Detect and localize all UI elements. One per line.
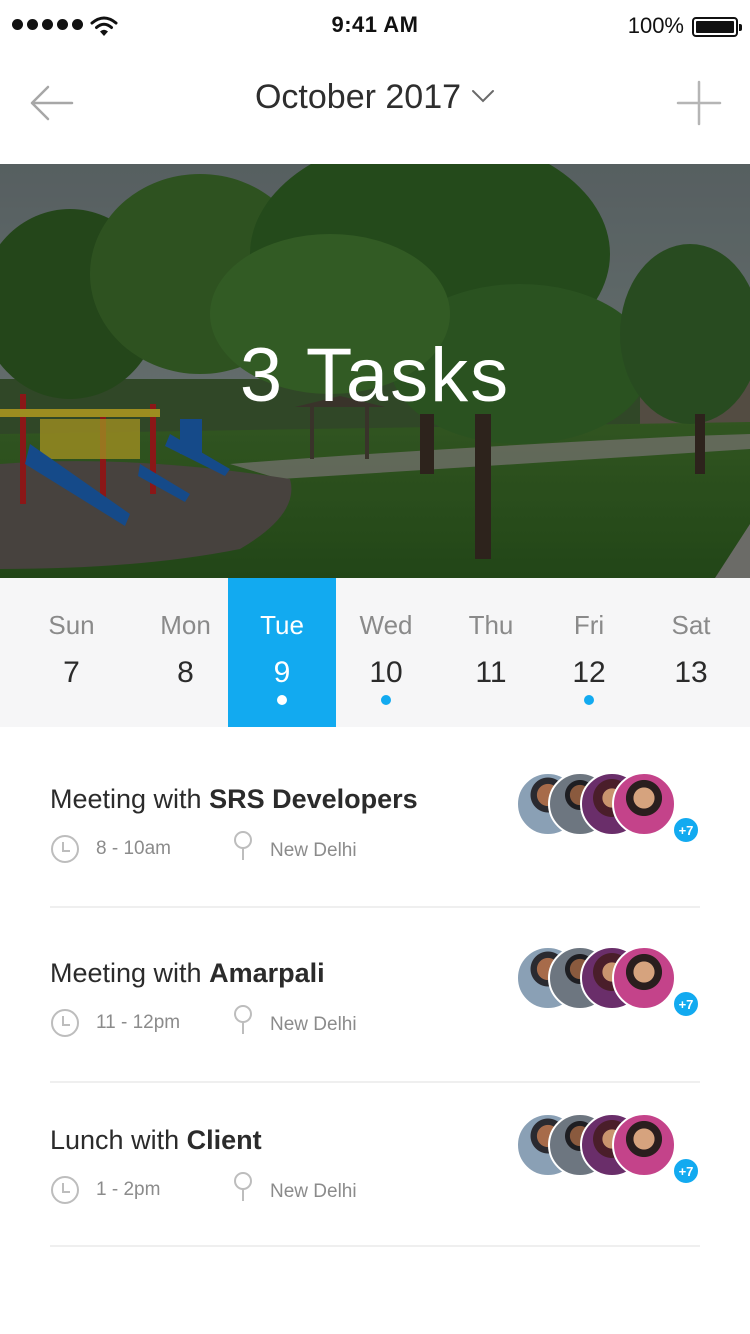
task-meta: 8 - 10am New Delhi	[50, 831, 470, 868]
battery-icon	[692, 17, 742, 37]
chevron-down-icon	[472, 90, 495, 103]
day-date: 11	[475, 656, 507, 689]
day-wed[interactable]: Wed 10	[336, 578, 436, 727]
add-task-button[interactable]	[674, 78, 724, 128]
battery-percentage: 100%	[627, 13, 684, 38]
task-title-prefix: Meeting with	[50, 784, 210, 814]
task-title: Lunch with Client	[50, 1125, 262, 1156]
task-item[interactable]: Lunch with Client 1 - 2pm New Delhi +7	[50, 1113, 700, 1285]
day-sun[interactable]: Sun 7	[0, 578, 143, 727]
day-date: 10	[369, 656, 403, 689]
day-name: Thu	[468, 610, 514, 640]
clock-icon	[51, 835, 79, 863]
location-pin-icon	[234, 831, 252, 860]
plus-icon	[676, 80, 722, 126]
attendee-avatars[interactable]: +7	[516, 772, 706, 844]
day-date: 12	[572, 656, 606, 689]
task-title-subject: SRS Developers	[209, 784, 418, 814]
task-title: Meeting with SRS Developers	[50, 784, 418, 815]
week-strip: Sun 7 Mon 8 Tue 9 Wed 10 Thu 11 Fri 12 S…	[0, 578, 750, 727]
attendee-avatars[interactable]: +7	[516, 1113, 706, 1185]
attendee-avatars[interactable]: +7	[516, 946, 706, 1018]
task-location: New Delhi	[270, 1181, 357, 1202]
task-title-prefix: Meeting with	[50, 958, 210, 988]
avatar	[612, 1113, 676, 1177]
day-name: Sun	[48, 610, 95, 640]
day-name: Sat	[671, 610, 711, 640]
event-dot	[381, 695, 391, 705]
hero-banner: 3 Tasks	[0, 164, 750, 578]
divider	[50, 1245, 700, 1247]
task-meta: 1 - 2pm New Delhi	[50, 1172, 470, 1209]
month-picker[interactable]: October 2017	[0, 78, 750, 117]
task-title-prefix: Lunch with	[50, 1125, 187, 1155]
task-meta: 11 - 12pm New Delhi	[50, 1005, 470, 1042]
month-label: October 2017	[254, 78, 462, 116]
task-title-subject: Client	[186, 1125, 262, 1155]
day-date: 8	[177, 656, 194, 689]
task-time: 8 - 10am	[96, 838, 171, 859]
task-location: New Delhi	[270, 840, 357, 861]
task-time: 1 - 2pm	[96, 1179, 161, 1200]
day-name: Fri	[573, 610, 605, 640]
event-dot	[584, 695, 594, 705]
more-attendees-badge: +7	[672, 1157, 700, 1185]
task-location: New Delhi	[270, 1014, 357, 1035]
day-mon[interactable]: Mon 8	[143, 578, 228, 727]
more-attendees-badge: +7	[672, 990, 700, 1018]
avatar	[612, 946, 676, 1010]
more-attendees-badge: +7	[672, 816, 700, 844]
event-dot	[277, 695, 287, 705]
divider	[50, 906, 700, 908]
day-sat[interactable]: Sat 13	[632, 578, 750, 727]
status-bar: 9:41 AM 100%	[0, 0, 750, 54]
task-item[interactable]: Meeting with SRS Developers 8 - 10am New…	[50, 772, 700, 944]
task-title: Meeting with Amarpali	[50, 958, 325, 989]
location-pin-icon	[234, 1005, 252, 1034]
nav-header: October 2017	[0, 54, 750, 164]
task-title-subject: Amarpali	[209, 958, 325, 988]
day-name: Tue	[260, 610, 304, 640]
task-count-title: 3 Tasks	[239, 333, 511, 418]
day-tue[interactable]: Tue 9	[228, 578, 336, 727]
task-time: 11 - 12pm	[96, 1012, 181, 1033]
avatar	[612, 772, 676, 836]
location-pin-icon	[234, 1172, 252, 1201]
day-date: 7	[63, 656, 80, 689]
divider	[50, 1081, 700, 1083]
day-fri[interactable]: Fri 12	[546, 578, 632, 727]
day-date: 9	[273, 656, 291, 689]
day-name: Wed	[359, 610, 413, 640]
day-date: 13	[674, 656, 708, 689]
day-thu[interactable]: Thu 11	[436, 578, 546, 727]
day-name: Mon	[160, 610, 211, 640]
clock-icon	[51, 1009, 79, 1037]
task-item[interactable]: Meeting with Amarpali 11 - 12pm New Delh…	[50, 946, 700, 1118]
clock-icon	[51, 1176, 79, 1204]
